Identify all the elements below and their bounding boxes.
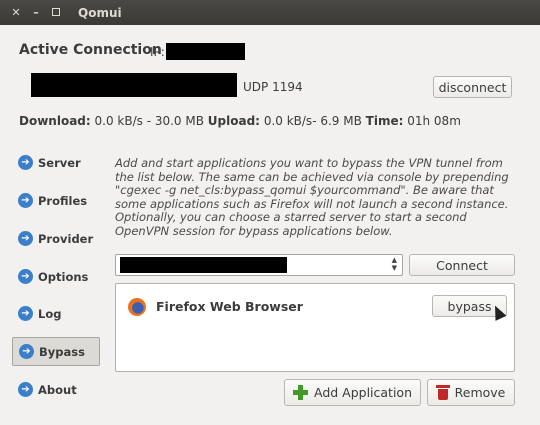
bypass-app-list[interactable]: Firefox Web Browser bypass	[115, 283, 515, 372]
remove-button[interactable]: Remove	[427, 379, 515, 406]
title-bar: ✕ – Qomui	[0, 0, 540, 25]
app-name: Firefox Web Browser	[156, 299, 303, 314]
sidebar-item-label: About	[38, 382, 77, 397]
sidebar-item-label: Bypass	[39, 344, 85, 359]
sidebar-item-about[interactable]: ➔ About	[12, 375, 100, 404]
sidebar-item-provider[interactable]: ➔ Provider	[12, 224, 100, 253]
add-application-button[interactable]: Add Application	[284, 379, 421, 406]
sidebar-item-label: Provider	[38, 231, 94, 246]
sidebar-item-server[interactable]: ➔ Server	[12, 148, 100, 177]
minimize-button[interactable]: –	[26, 6, 46, 19]
bypass-info-text: Add and start applications you want to b…	[115, 156, 509, 238]
maximize-button[interactable]	[46, 6, 66, 19]
disconnect-button[interactable]: disconnect	[433, 76, 512, 98]
bypass-server-select[interactable]: ▲ ▼	[115, 254, 403, 276]
close-button[interactable]: ✕	[6, 6, 26, 19]
arrow-circle-icon: ➔	[19, 344, 34, 359]
arrow-circle-icon: ➔	[18, 231, 33, 246]
remove-label: Remove	[454, 385, 506, 400]
spin-arrows-icon: ▲ ▼	[391, 256, 397, 272]
window-title: Qomui	[78, 5, 122, 20]
maximize-icon	[52, 8, 60, 16]
connection-stats: Download: 0.0 kB/s - 30.0 MB Upload: 0.0…	[19, 114, 461, 128]
trash-icon	[435, 385, 450, 400]
download-label: Download:	[19, 114, 91, 128]
arrow-circle-icon: ➔	[18, 306, 33, 321]
arrow-circle-icon: ➔	[18, 155, 33, 170]
sidebar-item-label: Log	[38, 306, 62, 321]
active-connection-label: Active Connection	[19, 42, 162, 58]
server-name-redaction	[31, 73, 237, 97]
server-selection-redaction	[120, 257, 287, 273]
sidebar-item-label: Profiles	[38, 193, 88, 208]
sidebar-item-label: Server	[38, 155, 81, 170]
download-value: 0.0 kB/s - 30.0 MB	[94, 114, 204, 128]
arrow-circle-icon: ➔	[18, 382, 33, 397]
upload-label: Upload:	[207, 114, 260, 128]
protocol-label: UDP 1194	[243, 80, 303, 94]
add-application-label: Add Application	[313, 385, 413, 400]
sidebar-item-profiles[interactable]: ➔ Profiles	[12, 186, 100, 215]
sidebar-item-options[interactable]: ➔ Options	[12, 262, 100, 291]
ip-redaction	[166, 43, 245, 60]
sidebar-item-log[interactable]: ➔ Log	[12, 299, 100, 328]
connect-button[interactable]: Connect	[409, 254, 515, 276]
time-label: Time:	[365, 114, 404, 128]
sidebar-item-label: Options	[38, 269, 89, 284]
time-value: 01h 08m	[407, 114, 461, 128]
sidebar-item-bypass[interactable]: ➔ Bypass	[12, 337, 100, 366]
ip-label: IP:	[150, 45, 165, 59]
plus-icon	[292, 385, 308, 400]
firefox-icon	[128, 298, 146, 316]
arrow-circle-icon: ➔	[18, 269, 33, 284]
upload-value: 0.0 kB/s- 6.9 MB	[263, 114, 362, 128]
arrow-circle-icon: ➔	[18, 193, 33, 208]
